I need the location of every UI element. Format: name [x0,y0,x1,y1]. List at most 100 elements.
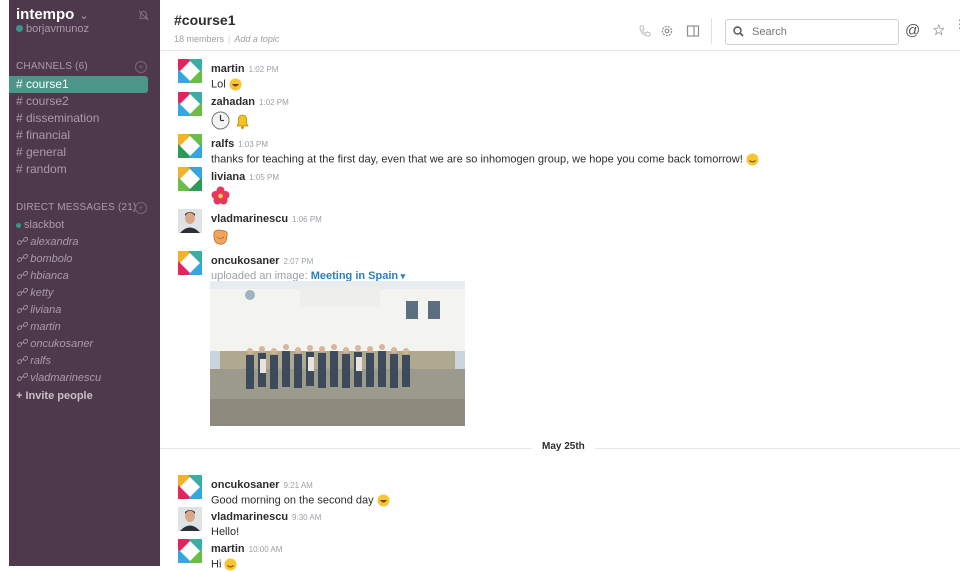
dm-item-hbianca[interactable]: ☍ hbianca [9,268,160,285]
message-author[interactable]: liviana [211,171,245,183]
message-author[interactable]: vladmarinescu [211,213,288,225]
offline-status-icon: ☍ [16,287,31,299]
add-channel-icon[interactable]: + [135,61,147,73]
message-author[interactable]: vladmarinescu [211,511,288,523]
bell-emoji-icon [236,114,249,129]
offline-status-icon: ☍ [16,321,31,333]
message-author[interactable]: zahadan [211,96,255,108]
hand-emoji-icon [213,229,228,245]
phone-icon[interactable] [638,24,652,38]
dm-item-slackbot[interactable]: slackbot [9,217,160,234]
avatar [178,507,202,531]
offline-status-icon: ☍ [16,372,31,384]
dm-label[interactable]: vladmarinescu [30,372,101,384]
channel-item-financial[interactable]: # financial [9,127,160,144]
message-timestamp[interactable]: 1:02 PM [259,98,289,107]
avatar [178,209,202,233]
offline-status-icon: ☍ [16,270,31,282]
sidebar: intempo ⌄ borjavmunoz CHANNELS (6) + # c… [9,0,160,566]
dm-label[interactable]: liviana [30,304,61,316]
message-timestamp[interactable]: 9:21 AM [283,481,312,490]
channel-item-course2[interactable]: # course2 [9,93,160,110]
member-count[interactable]: 18 members [174,34,224,44]
heart-icon [16,222,21,228]
message-timestamp[interactable]: 1:03 PM [238,140,268,149]
dm-label[interactable]: ralfs [30,355,51,367]
sidebar-toggle-icon[interactable] [686,24,700,38]
message-text [211,186,279,205]
more-icon[interactable]: ⋮ [954,18,960,30]
team-name-label[interactable]: intempo [16,6,74,23]
message-timestamp[interactable]: 2:07 PM [283,257,313,266]
uploaded-image-meeting-in-spain[interactable] [210,281,465,426]
laughing-emoji-icon [377,494,390,507]
divider: | [228,34,231,44]
dm-item-oncukosaner[interactable]: ☍ oncukosaner [9,336,160,353]
message-author[interactable]: oncukosaner [211,255,279,267]
dm-item-vladmarinescu[interactable]: ☍ vladmarinescu [9,370,160,387]
message-timestamp[interactable]: 9:30 AM [292,513,321,522]
mentions-icon[interactable]: @ [905,22,920,39]
dm-label[interactable]: oncukosaner [30,338,93,350]
dm-item-liviana[interactable]: ☍ liviana [9,302,160,319]
dm-item-martin[interactable]: ☍ martin [9,319,160,336]
bell-icon[interactable] [137,9,150,22]
channel-header: #course1 18 members |Add a topic @ ☆ ⋮ [160,0,960,51]
star-icon[interactable]: ☆ [932,21,945,39]
channel-item-random[interactable]: # random [9,161,160,178]
message-text-content: Good morning on the second day [211,494,374,507]
chevron-down-icon[interactable]: ⌄ [76,10,88,22]
dm-item-bombolo[interactable]: ☍ bombolo [9,251,160,268]
message-author[interactable]: martin [211,63,245,75]
avatar [178,92,202,116]
message-text-content: thanks for teaching at the first day, ev… [211,153,743,166]
avatar [178,251,202,275]
dm-label[interactable]: alexandra [30,236,78,248]
laughing-emoji-icon [229,78,242,91]
caret-down-icon[interactable]: ▾ [398,271,406,281]
dm-item-ralfs[interactable]: ☍ ralfs [9,353,160,370]
gear-icon[interactable] [660,24,674,38]
message-timestamp[interactable]: 1:06 PM [292,215,322,224]
dm-label[interactable]: hbianca [30,270,69,282]
message-author[interactable]: oncukosaner [211,479,279,491]
channels-count: (6) [75,61,88,72]
message-text: Good morning on the second day [211,494,390,507]
search-box[interactable] [725,19,899,45]
add-dm-icon[interactable]: + [135,202,147,214]
dm-label[interactable]: ketty [30,287,53,299]
message-author[interactable]: ralfs [211,138,234,150]
message-text: thanks for teaching at the first day, ev… [211,153,759,166]
message-timestamp[interactable]: 1:05 PM [249,173,279,182]
dm-item-ketty[interactable]: ☍ ketty [9,285,160,302]
channel-item-course1[interactable]: # course1 [9,76,148,93]
invite-people-link[interactable]: + Invite people [9,387,160,405]
search-input[interactable] [750,23,894,41]
message-timestamp[interactable]: 10:00 AM [249,545,283,554]
message-body: ralfs 1:03 PM thanks for teaching at the … [211,134,759,166]
dm-label[interactable]: slackbot [24,219,64,231]
message-author[interactable]: martin [211,543,245,555]
channels-title[interactable]: CHANNELS [16,61,72,72]
direct-messages-header[interactable]: DIRECT MESSAGES (21) + [9,199,160,217]
channel-item-dissemination[interactable]: # dissemination [9,110,160,127]
channel-title[interactable]: #course1 [174,12,235,28]
search-icon [733,26,744,37]
message-list: martin 1:02 PM Lol zahadan 1:02 PM ralfs… [160,51,960,571]
offline-status-icon: ☍ [16,355,31,367]
dm-label[interactable]: bombolo [30,253,72,265]
channels-header[interactable]: CHANNELS (6) + [9,58,160,76]
dm-item-alexandra[interactable]: ☍ alexandra [9,234,160,251]
message-text-content: Hello! [211,526,240,538]
team-header[interactable]: intempo ⌄ borjavmunoz [9,0,160,50]
message-timestamp[interactable]: 1:02 PM [249,65,279,74]
dm-label[interactable]: martin [30,321,61,333]
channel-item-general[interactable]: # general [9,144,160,161]
dms-title[interactable]: DIRECT MESSAGES [16,202,115,213]
offline-status-icon: ☍ [16,236,31,248]
left-margin [0,0,9,566]
add-topic-link[interactable]: Add a topic [234,34,279,44]
team-name[interactable]: intempo ⌄ [16,6,89,23]
message-text-content: Hi [211,558,222,571]
message-body: liviana 1:05 PM [211,167,279,205]
